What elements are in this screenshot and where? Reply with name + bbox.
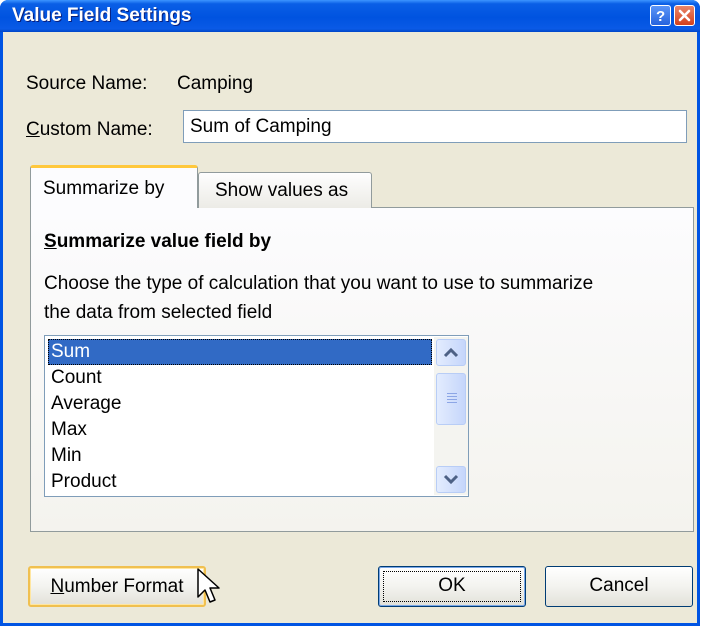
custom-name-label: Custom Name: [26, 119, 153, 141]
number-format-rest: umber Format [64, 576, 184, 597]
summarize-heading-accel: S [44, 231, 57, 252]
cancel-button-label: Cancel [589, 575, 649, 596]
number-format-button[interactable]: Number Format [28, 566, 206, 607]
mouse-pointer-icon [197, 568, 220, 603]
help-icon: ? [656, 8, 665, 25]
summarize-description-line2: the data from selected field [44, 302, 273, 323]
list-item-max[interactable]: Max [48, 417, 432, 443]
list-item-sum[interactable]: Sum [48, 339, 432, 365]
list-item-min[interactable]: Min [48, 443, 432, 469]
scroll-down-button[interactable] [436, 466, 466, 493]
custom-name-label-accel: C [26, 119, 40, 140]
scroll-down-arrow-icon [443, 474, 459, 485]
list-item-average[interactable]: Average [48, 391, 432, 417]
help-button[interactable]: ? [650, 5, 671, 26]
list-item-count[interactable]: Count [48, 365, 432, 391]
summarize-heading: Summarize value field by [44, 231, 271, 253]
title-bar[interactable]: Value Field Settings ? [0, 0, 700, 32]
svg-text:?: ? [656, 8, 665, 25]
source-name-label: Source Name: [26, 73, 148, 94]
tab-show-values-as-label: Show values as [215, 180, 349, 201]
custom-name-input-value: Sum of Camping [190, 116, 332, 137]
scroll-up-arrow-icon [443, 347, 459, 358]
close-button[interactable] [674, 5, 695, 26]
summarize-heading-rest: ummarize value field by [56, 231, 272, 252]
ok-button[interactable]: OK [378, 566, 526, 607]
listbox-scrollbar[interactable] [434, 337, 468, 495]
cancel-button[interactable]: Cancel [545, 566, 693, 607]
custom-name-label-rest: ustom Name: [39, 119, 153, 140]
scroll-up-button[interactable] [436, 339, 466, 366]
thumb-grip-line [447, 402, 457, 403]
summarize-description-line1: Choose the type of calculation that you … [44, 273, 594, 294]
ok-focus-ring [383, 571, 521, 602]
scroll-thumb[interactable] [436, 373, 466, 425]
source-name-value: Camping [177, 73, 254, 94]
thumb-grip-line [447, 399, 457, 400]
tab-summarize-by-label: Summarize by [43, 178, 165, 199]
dialog-title: Value Field Settings [12, 5, 192, 26]
number-format-accel: N [50, 576, 65, 597]
custom-name-input[interactable]: Sum of Camping [183, 110, 687, 143]
close-icon [678, 9, 691, 22]
tab-summarize-by[interactable]: Summarize by [30, 165, 198, 208]
tab-show-values-as[interactable]: Show values as [198, 172, 372, 208]
thumb-grip-line [447, 396, 457, 397]
list-item-product[interactable]: Product [48, 469, 432, 495]
calculation-type-listbox[interactable]: Sum Count Average Max Min Product [44, 335, 469, 497]
thumb-grip-line [447, 393, 457, 394]
